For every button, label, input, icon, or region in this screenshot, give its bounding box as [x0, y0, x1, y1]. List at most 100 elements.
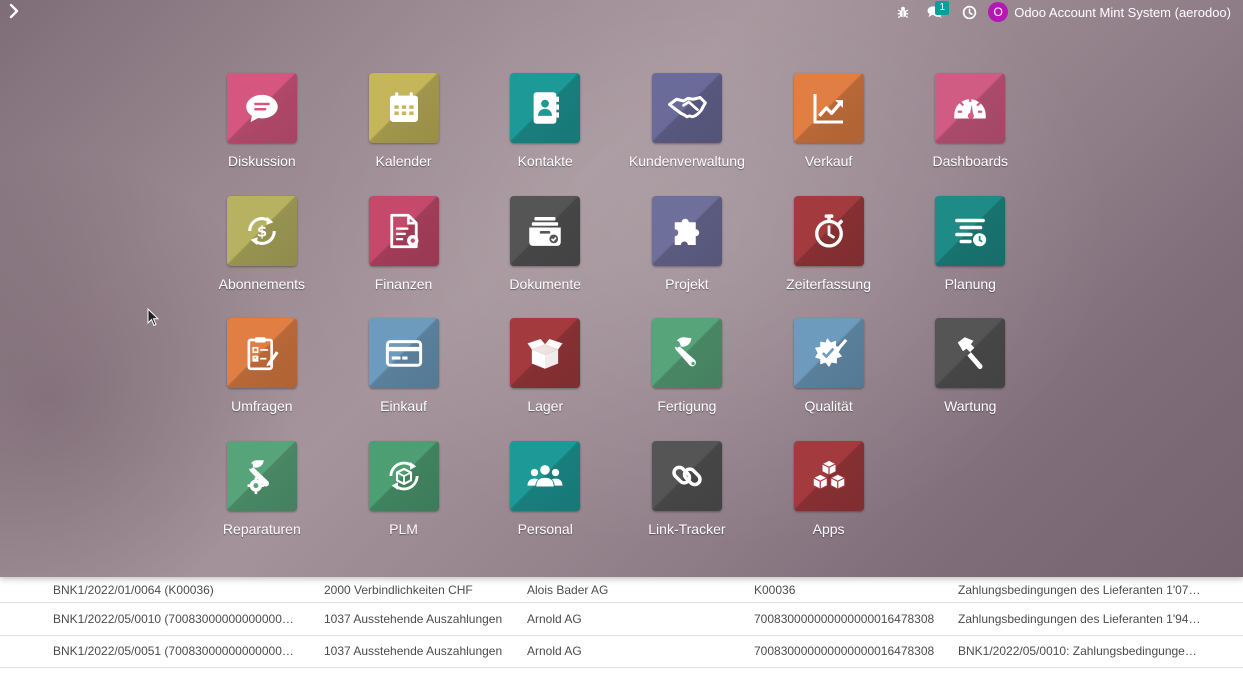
app-label: Kundenverwaltung [628, 153, 745, 169]
cubes-icon [793, 441, 864, 512]
app-label: Verkauf [804, 153, 853, 169]
app-label: Wartung [944, 398, 997, 415]
app-personal[interactable]: Personal [474, 441, 616, 564]
table-cell-account: 1037 Ausstehende Auszahlungen [324, 611, 503, 626]
app-umfragen[interactable]: Umfragen [191, 318, 333, 441]
home-menu-overlay: 1 O Odoo Account Mint System (aerodoo) D… [0, 0, 1243, 577]
app-reparaturen[interactable]: Reparaturen [191, 441, 333, 564]
table-cell-entry: BNK1/2022/01/0064 (K00036) [53, 582, 214, 597]
table-cell-account: 1037 Ausstehende Auszahlungen [324, 644, 503, 659]
app-projekt[interactable]: Projekt [616, 195, 758, 319]
table-row[interactable]: BNK1/2022/05/0010 (70083000000000000… 10… [0, 603, 1243, 636]
app-dokumente[interactable]: Dokumente [474, 195, 616, 319]
app-qualitaet[interactable]: Qualität [758, 318, 900, 441]
app-lager[interactable]: Lager [474, 318, 616, 441]
app-label: Dashboards [932, 153, 1009, 169]
recurring-dollar-icon: $ [226, 195, 297, 266]
table-cell-entry: BNK1/2022/05/0051 (70083000000000000… [53, 644, 294, 659]
calendar-icon [368, 73, 439, 143]
app-label: Fertigung [657, 398, 717, 415]
app-kundenverwaltung[interactable]: Kundenverwaltung [616, 73, 758, 196]
document-tray-icon [510, 195, 581, 266]
invoice-gear-icon [368, 195, 439, 266]
app-label: Planung [944, 275, 996, 292]
planning-clock-icon [935, 195, 1006, 266]
app-label: Projekt [665, 275, 709, 292]
mouse-cursor-icon [147, 308, 159, 327]
app-zeiterfassung[interactable]: Zeiterfassung [758, 195, 900, 319]
people-group-icon [510, 441, 581, 512]
app-finanzen[interactable]: Finanzen [333, 195, 475, 319]
chat-counter-badge: 1 [935, 1, 950, 15]
app-fertigung[interactable]: Fertigung [616, 318, 758, 441]
app-label: Kontakte [517, 153, 573, 169]
user-menu[interactable]: O Odoo Account Mint System (aerodoo) [988, 2, 1231, 22]
app-einkauf[interactable]: Einkauf [333, 318, 475, 441]
table-row[interactable]: BNK1/2022/05/0051 (70083000000000000… 10… [0, 636, 1243, 668]
table-row[interactable]: BNK1/2022/01/0064 (K00036) 2000 Verbindl… [0, 571, 1243, 603]
app-label: Reparaturen [222, 521, 301, 538]
menu-toggle-chevron-icon[interactable] [6, 3, 24, 21]
table-cell-label: Zahlungsbedingungen des Lieferanten 1'94… [958, 611, 1201, 626]
app-label: Personal [517, 521, 573, 538]
journal-items-list: BNK1/2022/01/0064 (K00036) 2000 Verbindl… [0, 571, 1243, 668]
app-dashboards[interactable]: Dashboards [899, 73, 1041, 196]
contact-book-icon [510, 73, 581, 143]
app-label: Apps [812, 521, 845, 538]
app-label: Lager [527, 398, 564, 415]
table-cell-entry: BNK1/2022/05/0010 (70083000000000000… [53, 611, 294, 626]
app-planung[interactable]: Planung [899, 195, 1041, 319]
app-kalender[interactable]: Kalender [333, 73, 475, 196]
app-label: Dokumente [509, 275, 582, 292]
table-cell-reference: K00036 [754, 582, 796, 597]
hammer-icon [935, 318, 1006, 389]
app-label: Qualität [804, 398, 853, 415]
open-box-icon [510, 318, 581, 389]
table-cell-label: Zahlungsbedingungen des Lieferanten 1'07… [958, 582, 1201, 597]
activity-clock-icon[interactable] [958, 2, 980, 22]
app-abonnements[interactable]: $ Abonnements [191, 195, 333, 319]
table-cell-partner: Alois Bader AG [527, 582, 609, 597]
app-label: Diskussion [227, 153, 296, 169]
app-label: Zeiterfassung [786, 275, 871, 292]
table-cell-reference: 700830000000000000016478308 [754, 644, 935, 659]
app-link-tracker[interactable]: Link-Tracker [616, 441, 758, 564]
app-label: Einkauf [380, 398, 427, 415]
app-label: Link-Tracker [648, 521, 726, 538]
top-navbar: 1 O Odoo Account Mint System (aerodoo) [0, 0, 1243, 24]
app-label: Abonnements [218, 275, 306, 292]
quality-seal-icon [793, 318, 864, 389]
trending-chart-icon [793, 73, 864, 143]
app-diskussion[interactable]: Diskussion [191, 73, 333, 196]
apps-grid: Diskussion Kalender Kontakte Kundenverwa… [191, 73, 1042, 564]
systray: 1 O Odoo Account Mint System (aerodoo) [892, 1, 1231, 22]
handshake-icon [651, 73, 722, 143]
table-cell-reference: 700830000000000000016478308 [754, 611, 935, 626]
app-kontakte[interactable]: Kontakte [474, 73, 616, 196]
app-verkauf[interactable]: Verkauf [758, 73, 900, 196]
table-cell-account: 2000 Verbindlichkeiten CHF [324, 582, 473, 597]
avatar: O [988, 2, 1009, 22]
messaging-menu-button[interactable]: 1 [920, 1, 950, 22]
app-label: Umfragen [231, 398, 293, 415]
wrench-icon [651, 318, 722, 389]
table-cell-label: BNK1/2022/05/0010: Zahlungsbedingunge… [958, 644, 1197, 659]
stopwatch-icon [793, 195, 864, 266]
table-cell-partner: Arnold AG [527, 644, 582, 659]
puzzle-icon [651, 195, 722, 266]
debug-bug-icon[interactable] [892, 2, 914, 22]
repair-wrench-gear-icon [226, 441, 297, 512]
survey-clipboard-icon [226, 318, 297, 389]
link-chain-icon [651, 441, 722, 512]
app-label: Kalender [375, 153, 432, 169]
svg-text:$: $ [257, 222, 267, 240]
credit-card-icon [368, 318, 439, 389]
table-cell-partner: Arnold AG [527, 611, 582, 626]
app-wartung[interactable]: Wartung [899, 318, 1041, 441]
app-label: PLM [389, 521, 418, 538]
chat-bubble-icon [226, 73, 297, 143]
cycle-cube-icon [368, 441, 439, 512]
app-plm[interactable]: PLM [333, 441, 475, 564]
app-apps[interactable]: Apps [758, 441, 900, 564]
user-name: Odoo Account Mint System (aerodoo) [1014, 4, 1231, 20]
